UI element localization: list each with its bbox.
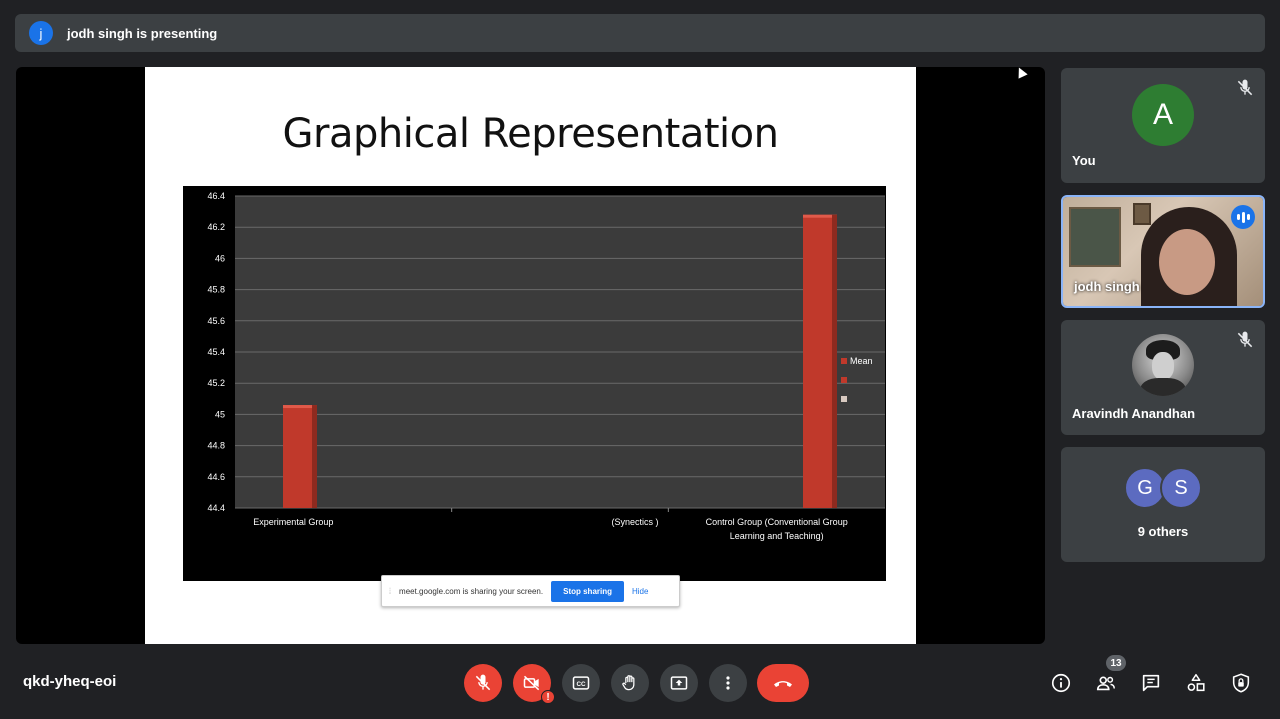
y-tick-label: 46: [215, 253, 225, 263]
chat-icon: [1142, 674, 1160, 692]
share-message: meet.google.com is sharing your screen.: [399, 586, 544, 596]
bar-top: [283, 405, 317, 409]
camera-toggle-button[interactable]: !: [513, 664, 555, 704]
presenter-banner: j jodh singh is presenting: [15, 14, 1265, 52]
x-tick-label: Learning and Teaching): [730, 531, 824, 541]
y-tick-label: 45.8: [207, 285, 225, 295]
presentation-slide: Graphical Representation 46.4 46.2 46 45.8 4…: [145, 67, 916, 644]
mouse-cursor-icon: [1014, 67, 1028, 79]
participant-tile-jodh-singh[interactable]: jodh singh: [1061, 195, 1265, 308]
x-tick-label: Control Group (Conventional Group: [706, 517, 848, 527]
participant-name: Aravindh Anandhan: [1072, 406, 1196, 421]
host-controls-icon: [1232, 673, 1250, 693]
meeting-code: qkd-yheq-eoi: [23, 673, 117, 690]
y-tick-label: 44.6: [207, 472, 225, 482]
person-face-image: [1159, 229, 1215, 295]
mic-toggle-button[interactable]: [464, 664, 502, 702]
y-tick-label: 45.6: [207, 316, 225, 326]
bar-chart: 46.4 46.2 46 45.8 45.6 45.4 45.2 45 44.8 44.6 44.4…: [183, 186, 886, 581]
hide-link[interactable]: Hide: [632, 587, 648, 596]
presenter-text: jodh singh is presenting: [67, 25, 218, 41]
y-tick-label: 44.4: [207, 503, 225, 513]
end-call-icon: [774, 681, 792, 687]
info-icon: [1051, 673, 1071, 693]
activities-button[interactable]: [1184, 671, 1208, 695]
more-options-button[interactable]: [709, 664, 747, 702]
captions-button[interactable]: CC: [562, 664, 600, 702]
more-options-icon: [726, 676, 730, 690]
camera-off-icon: [523, 675, 540, 691]
chart-svg: 46.4 46.2 46 45.8 45.6 45.4 45.2 45 44.8 44.6 44.4…: [207, 191, 885, 541]
bar-shade: [832, 214, 837, 508]
present-icon: [670, 676, 688, 690]
raise-hand-icon: [622, 675, 635, 691]
presenter-avatar: j: [29, 21, 53, 45]
people-icon: [1096, 676, 1115, 691]
avatar: A: [1132, 84, 1194, 146]
x-tick-label: (Synectics ): [611, 517, 658, 527]
people-button[interactable]: [1094, 671, 1118, 695]
bar-top: [803, 214, 837, 218]
bar-shade: [312, 405, 317, 508]
control-bar: qkd-yheq-eoi ! CC 13: [0, 652, 1280, 719]
speaking-indicator-icon: [1231, 205, 1255, 229]
participant-name: jodh singh: [1074, 279, 1140, 294]
x-tick-label: Experimental Group: [253, 517, 333, 527]
captions-icon: CC: [572, 676, 590, 690]
legend-swatch: [841, 377, 847, 383]
legend-swatch: [841, 358, 847, 364]
avatar: S: [1160, 467, 1202, 509]
slide-title: Graphical Representation: [282, 111, 779, 157]
stop-sharing-button[interactable]: Stop sharing: [551, 580, 624, 602]
people-count-badge: 13: [1106, 655, 1126, 671]
y-tick-label: 44.8: [207, 441, 225, 451]
y-tick-label: 45.4: [207, 347, 225, 357]
chalkboard-image: [1069, 207, 1121, 267]
camera-warning-badge: !: [541, 690, 555, 704]
captions-label: CC: [576, 681, 586, 688]
bar: [283, 405, 317, 508]
y-tick-label: 45: [215, 409, 225, 419]
participant-name: You: [1072, 153, 1096, 168]
chat-button[interactable]: [1139, 671, 1163, 695]
mic-off-icon: [475, 674, 491, 691]
drag-handle-icon[interactable]: ⦙: [389, 586, 391, 597]
screen-share-bar: ⦙ meet.google.com is sharing your screen…: [381, 575, 680, 607]
avatar: [1132, 334, 1194, 396]
presentation-stage: Graphical Representation 46.4 46.2 46 45.8 4…: [16, 67, 1045, 644]
mic-off-icon: [1237, 79, 1253, 96]
meeting-info-button[interactable]: [1049, 671, 1073, 695]
wall-frame-image: [1133, 203, 1151, 225]
participant-tile-you[interactable]: A You: [1061, 68, 1265, 183]
present-screen-button[interactable]: [660, 664, 698, 702]
y-tick-label: 46.2: [207, 222, 225, 232]
participant-name: 9 others: [1137, 524, 1189, 539]
end-call-button[interactable]: [757, 664, 809, 702]
participant-tile-aravindh[interactable]: Aravindh Anandhan: [1061, 320, 1265, 435]
mic-off-icon: [1237, 331, 1253, 348]
legend-label: Mean: [850, 356, 873, 366]
y-tick-label: 45.2: [207, 378, 225, 388]
raise-hand-button[interactable]: [611, 664, 649, 702]
y-tick-label: 46.4: [207, 191, 225, 201]
legend-swatch: [841, 396, 847, 402]
host-controls-button[interactable]: [1229, 671, 1253, 695]
bar: [803, 214, 837, 508]
participant-tile-others[interactable]: G S 9 others: [1061, 447, 1265, 562]
activities-icon: [1187, 673, 1205, 692]
